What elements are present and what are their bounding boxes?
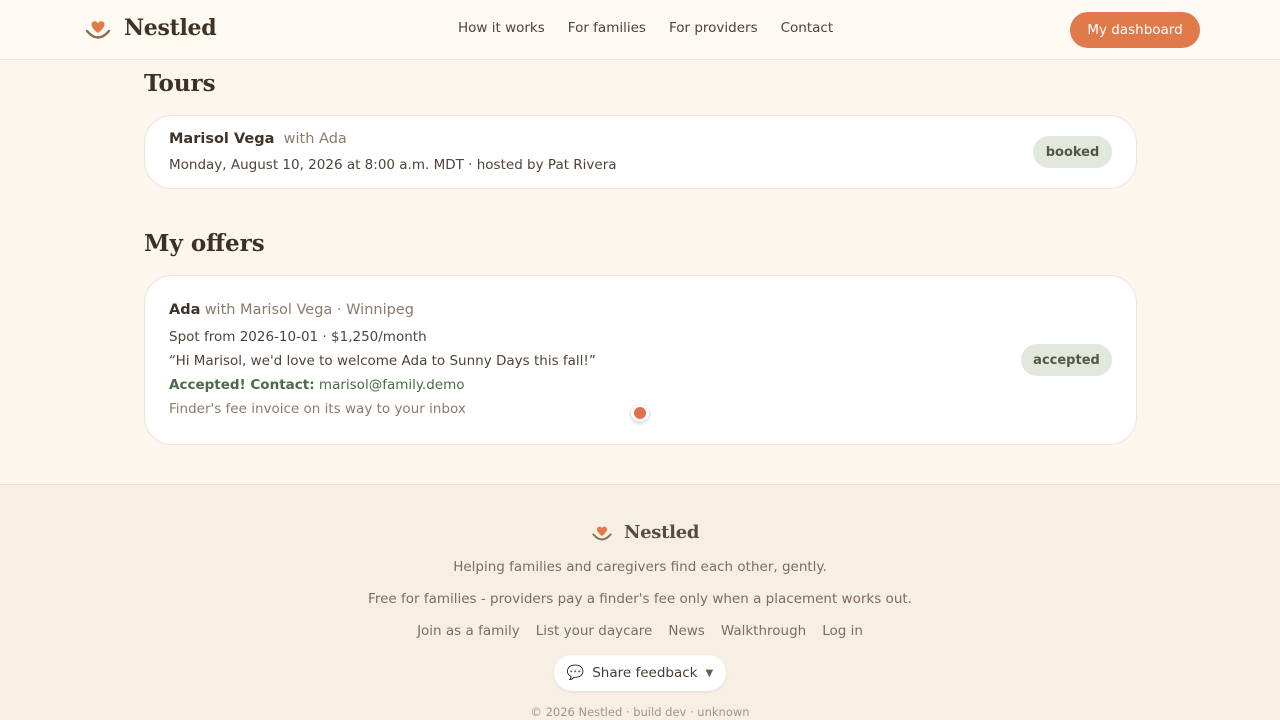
offer-child-name: Ada bbox=[169, 302, 201, 318]
offer-accepted-line: Accepted! Contact: marisol@family.demo bbox=[169, 377, 465, 393]
offer-title-line: Ada with Marisol Vega · Winnipeg bbox=[169, 302, 414, 318]
my-dashboard-button[interactable]: My dashboard bbox=[1070, 12, 1200, 48]
footer-brand[interactable]: Nestled bbox=[591, 521, 699, 543]
tour-child: with Ada bbox=[283, 131, 347, 147]
footer-link-list-daycare[interactable]: List your daycare bbox=[536, 623, 653, 639]
heart-smile-icon bbox=[85, 21, 111, 39]
main-nav: How it works For families For providers … bbox=[458, 20, 856, 36]
footer-link-join-family[interactable]: Join as a family bbox=[417, 623, 520, 639]
share-feedback-label: Share feedback bbox=[592, 665, 698, 681]
tour-details: Monday, August 10, 2026 at 8:00 a.m. MDT… bbox=[169, 157, 617, 173]
footer-link-walkthrough[interactable]: Walkthrough bbox=[721, 623, 806, 639]
nav-for-providers[interactable]: For providers bbox=[669, 20, 758, 36]
tour-card: Marisol Vega with Ada Monday, August 10,… bbox=[144, 115, 1137, 189]
status-badge: booked bbox=[1033, 136, 1112, 168]
footer-link-log-in[interactable]: Log in bbox=[822, 623, 863, 639]
footer-link-news[interactable]: News bbox=[668, 623, 704, 639]
offer-note: Finder's fee invoice on its way to your … bbox=[169, 401, 466, 417]
offer-message: “Hi Marisol, we'd love to welcome Ada to… bbox=[169, 353, 596, 369]
chevron-down-icon: ▼ bbox=[705, 667, 714, 679]
nav-for-families[interactable]: For families bbox=[568, 20, 646, 36]
heart-smile-icon bbox=[592, 526, 612, 541]
nav-contact[interactable]: Contact bbox=[781, 20, 834, 36]
accepted-label: Accepted! Contact: bbox=[169, 377, 315, 393]
site-header: Nestled How it works For families For pr… bbox=[0, 0, 1280, 60]
nav-how-it-works[interactable]: How it works bbox=[458, 20, 545, 36]
contact-email-link[interactable]: marisol@family.demo bbox=[319, 377, 465, 393]
tour-title-line: Marisol Vega with Ada bbox=[169, 131, 347, 147]
footer-pricing: Free for families - providers pay a find… bbox=[368, 591, 912, 607]
share-feedback-button[interactable]: 💬 Share feedback ▼ bbox=[554, 655, 726, 691]
site-footer: Nestled Helping families and caregivers … bbox=[0, 484, 1280, 720]
tour-family-name: Marisol Vega bbox=[169, 131, 275, 147]
tours-heading: Tours bbox=[144, 70, 216, 97]
brand-logo[interactable]: Nestled bbox=[84, 14, 217, 42]
offer-context: with Marisol Vega · Winnipeg bbox=[204, 302, 414, 318]
footer-copyright: © 2026 Nestled · build dev · unknown bbox=[530, 705, 750, 719]
cursor-indicator bbox=[631, 404, 649, 422]
footer-brand-name: Nestled bbox=[624, 521, 700, 543]
footer-links: Join as a family List your daycare News … bbox=[0, 623, 1280, 639]
speech-bubble-icon: 💬 bbox=[566, 665, 585, 681]
brand-name: Nestled bbox=[124, 15, 217, 41]
offer-spot: Spot from 2026-10-01 · $1,250/month bbox=[169, 329, 427, 345]
status-badge: accepted bbox=[1021, 344, 1112, 376]
offers-heading: My offers bbox=[144, 230, 265, 257]
footer-tagline: Helping families and caregivers find eac… bbox=[453, 559, 827, 575]
